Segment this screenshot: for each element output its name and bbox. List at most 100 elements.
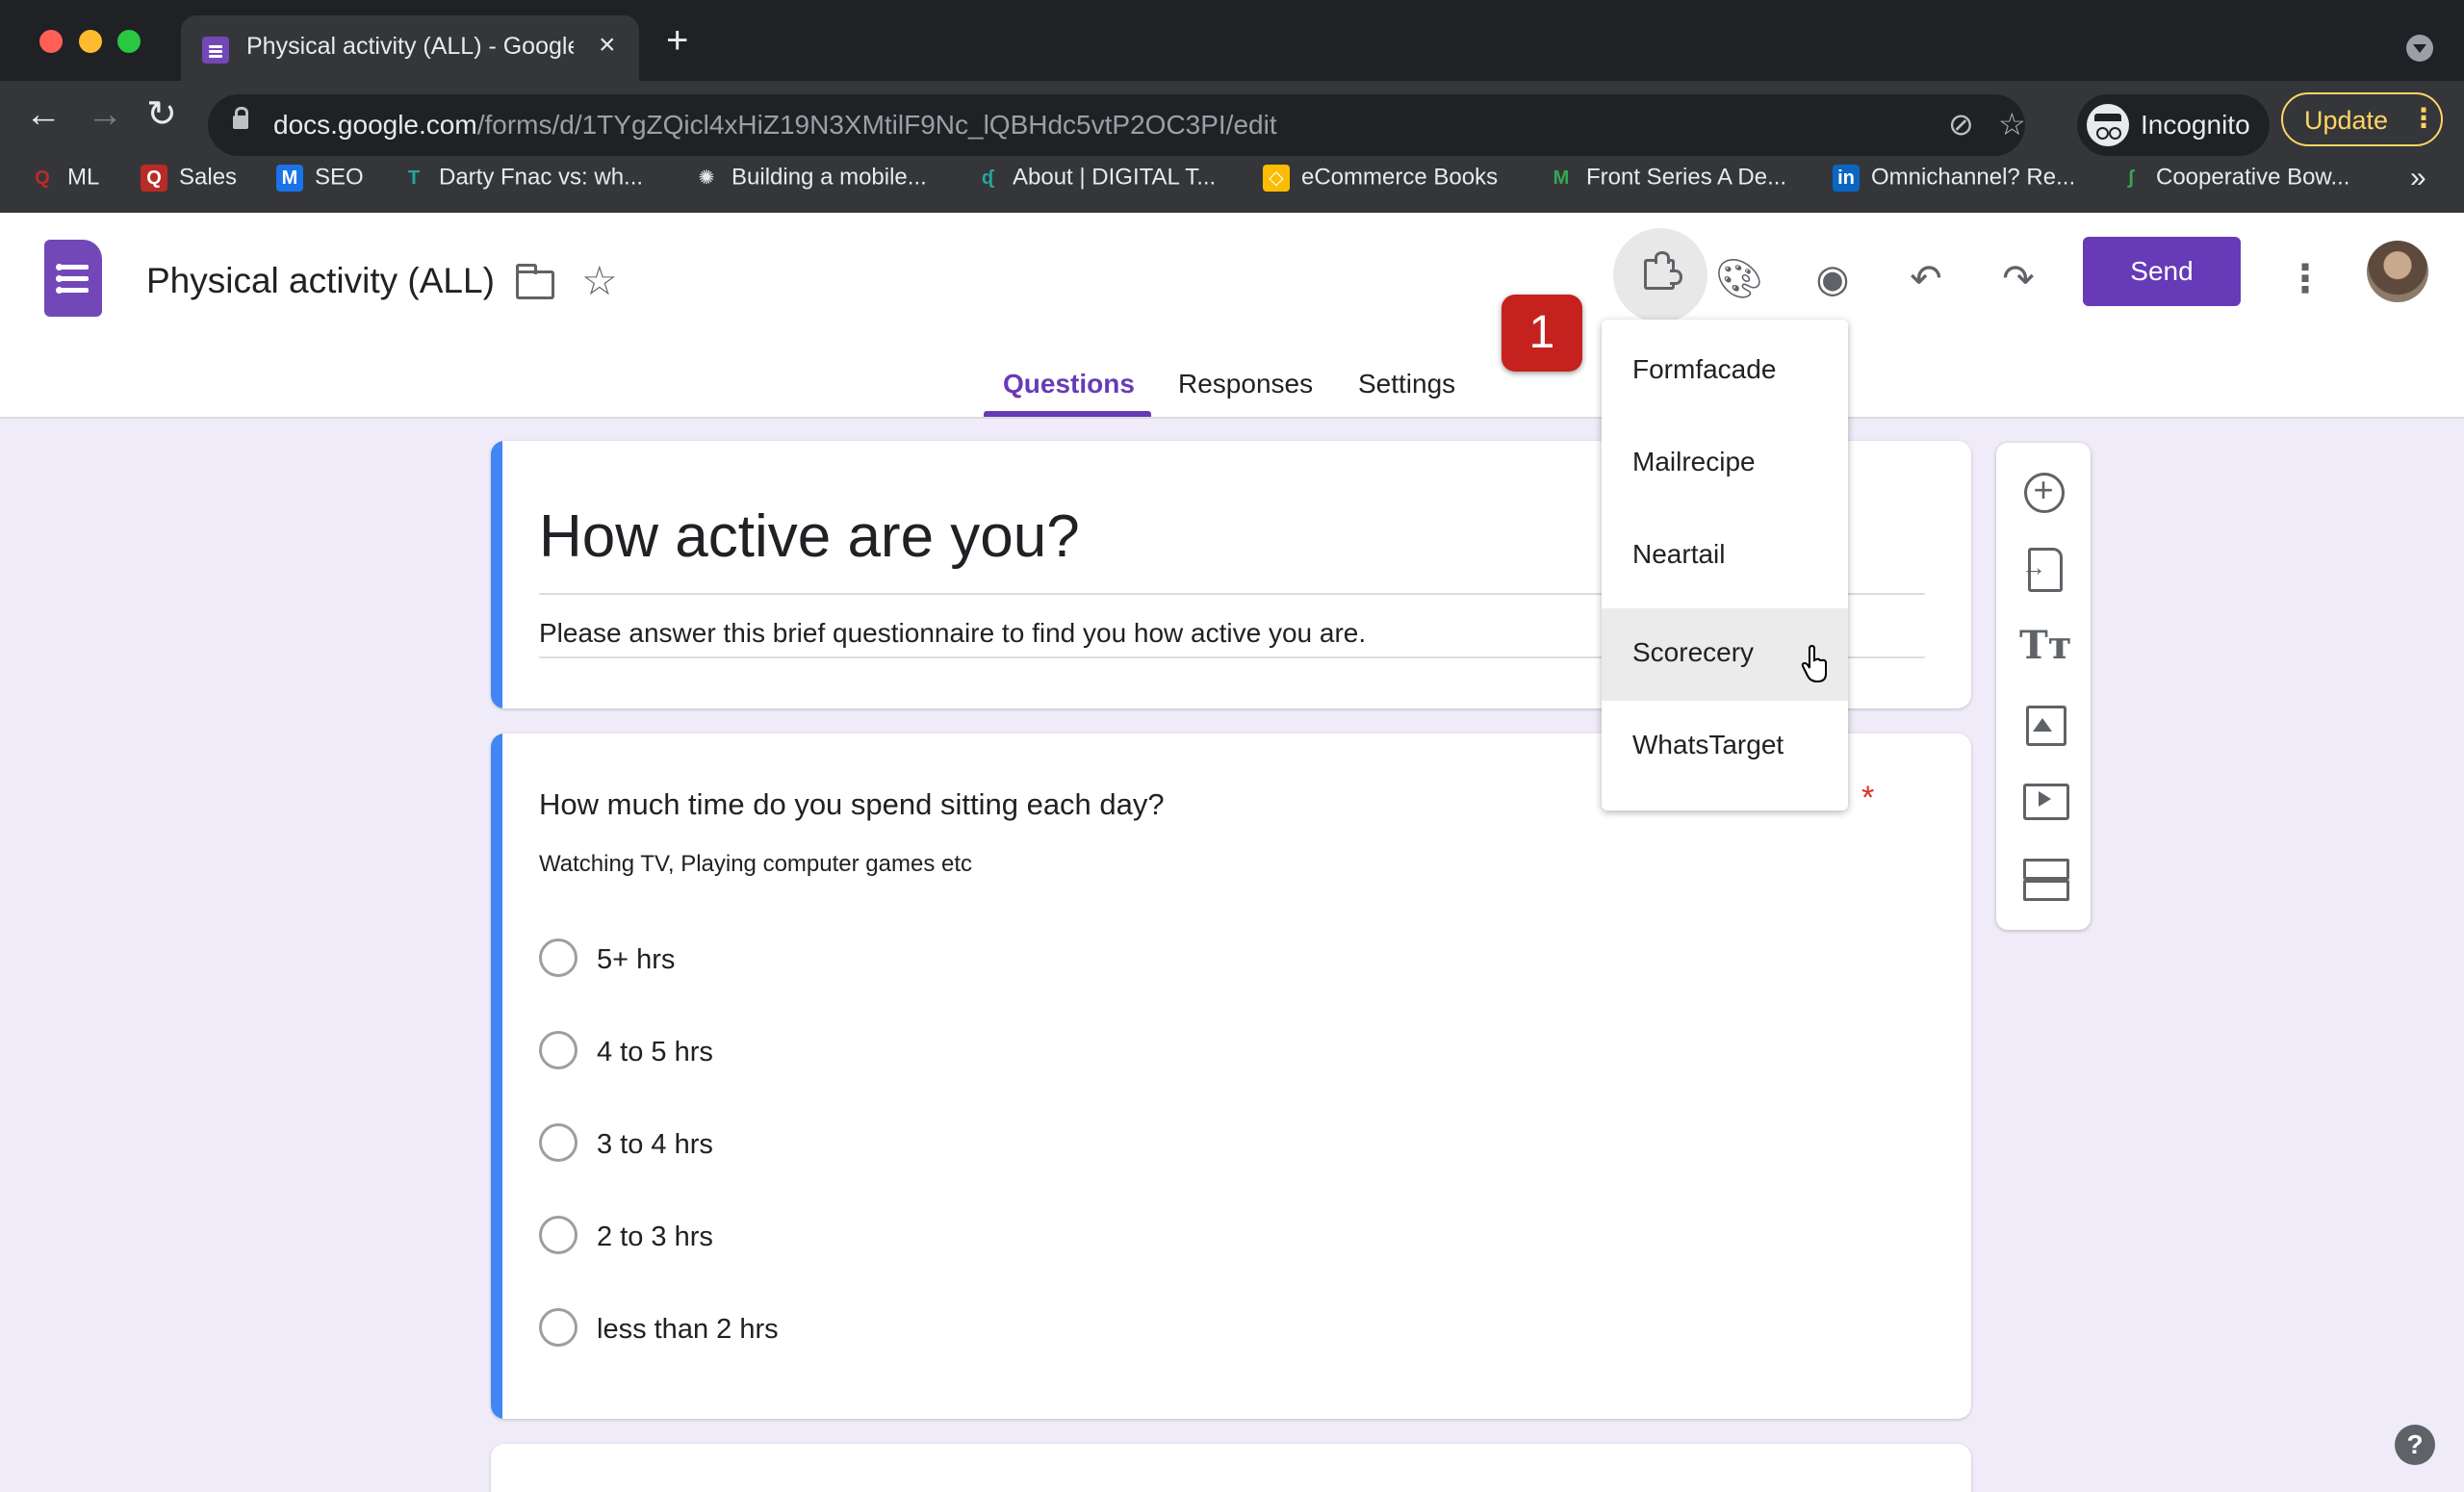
menu-item-label: Formfacade [1632, 354, 1777, 384]
more-bookmarks-icon[interactable]: » [2410, 162, 2426, 194]
avatar[interactable] [2367, 241, 2428, 302]
add-question-icon[interactable] [2019, 468, 2067, 516]
url-text[interactable]: docs.google.com/forms/d/1TYgZQicl4xHiZ19… [273, 110, 1277, 141]
update-button[interactable]: Update ⋮ [2281, 92, 2443, 146]
tab-search-icon[interactable] [2406, 35, 2433, 62]
form-description[interactable]: Please answer this brief questionnaire t… [539, 618, 1366, 649]
option-label: less than 2 hrs [597, 1314, 779, 1345]
add-section-icon[interactable] [2019, 853, 2069, 901]
typography-icon: T [407, 167, 421, 189]
bookmark-label: eCommerce Books [1301, 164, 1499, 191]
digital-icon: ᶑ [981, 167, 994, 189]
import-questions-icon[interactable] [2019, 545, 2067, 593]
add-image-icon[interactable] [2019, 699, 2067, 747]
star-icon[interactable]: ☆ [581, 257, 618, 304]
bookmark-omnichannel[interactable]: in Omnichannel? Re... [1833, 164, 2075, 202]
reload-icon[interactable]: ↻ [146, 96, 177, 133]
radio-button[interactable] [539, 1308, 578, 1347]
radio-button[interactable] [539, 1123, 578, 1162]
bookmark-label: Sales [179, 164, 238, 191]
send-button[interactable]: Send [2083, 237, 2241, 306]
lock-icon[interactable] [233, 107, 248, 129]
forward-arrow-icon[interactable]: → [87, 96, 123, 133]
quora-icon: Q [35, 167, 50, 189]
leaf-icon: ʃ [2127, 167, 2135, 189]
option-label: 5+ hrs [597, 944, 676, 975]
tab-title: Physical activity (ALL) - Google Forms [246, 33, 574, 60]
folder-icon[interactable] [516, 264, 554, 299]
menu-item-label: WhatsTarget [1632, 730, 1784, 759]
incognito-label: Incognito [2141, 110, 2250, 140]
more-options-icon[interactable]: ⋮ [2272, 245, 2339, 313]
radio-button[interactable] [539, 939, 578, 977]
bookmark-seo[interactable]: M SEO [276, 164, 364, 202]
browser-tab[interactable]: Physical activity (ALL) - Google Forms × [181, 15, 639, 81]
menu-item-label: Neartail [1632, 539, 1726, 569]
browser-toolbar: ← → ↻ docs.google.com/forms/d/1TYgZQicl4… [0, 81, 2464, 233]
question-card[interactable]: How much time do you spend sitting each … [491, 733, 1971, 1419]
forms-header: Physical activity (ALL) ☆ 🎨︎ ◉ ↶ ↷ Send … [0, 213, 2464, 419]
tab-questions[interactable]: Questions [1003, 369, 1135, 399]
palette-icon[interactable]: 🎨︎ [1706, 245, 1773, 313]
active-tab-indicator [984, 411, 1151, 417]
addons-menu: Formfacade Mailrecipe Neartail Scorecery… [1602, 320, 1848, 810]
menu-item-label: Mailrecipe [1632, 447, 1756, 476]
bookmark-sales[interactable]: Q Sales [141, 164, 237, 202]
question-toolbar: Tт [1996, 443, 2091, 930]
update-label: Update [2304, 106, 2389, 135]
google-forms-logo-icon[interactable] [44, 240, 102, 317]
bookmark-digital[interactable]: ᶑ About | DIGITAL T... [974, 164, 1216, 202]
tab-responses[interactable]: Responses [1178, 369, 1313, 399]
address-bar[interactable]: docs.google.com/forms/d/1TYgZQicl4xHiZ19… [208, 94, 2026, 156]
undo-icon[interactable]: ↶ [1892, 245, 1960, 313]
tab-settings[interactable]: Settings [1358, 369, 1455, 399]
bookmark-ecommerce-books[interactable]: ◇ eCommerce Books [1263, 164, 1498, 202]
bookmark-front-series[interactable]: M Front Series A De... [1548, 164, 1786, 202]
add-title-icon[interactable]: Tт [2019, 622, 2072, 670]
close-window-button[interactable] [39, 30, 63, 53]
menu-item-formfacade[interactable]: Formfacade [1602, 325, 1848, 418]
next-question-card[interactable] [491, 1444, 1971, 1492]
quora-icon: Q [141, 164, 167, 192]
form-heading[interactable]: How active are you? [539, 502, 1080, 571]
bookmark-darty-fnac[interactable]: T Darty Fnac vs: wh... [400, 164, 643, 202]
back-arrow-icon[interactable]: ← [25, 96, 62, 133]
form-title[interactable]: Physical activity (ALL) [146, 261, 495, 301]
email-icon: M [276, 164, 303, 192]
incognito-profile-button[interactable]: Incognito [2077, 94, 2270, 156]
tab-close-icon[interactable]: × [599, 29, 616, 62]
bookmark-ml[interactable]: Q ML [29, 164, 99, 202]
bookmark-label: Building a mobile... [732, 164, 927, 191]
medium-icon: M [1553, 167, 1570, 189]
bookmark-cooperative[interactable]: ʃ Cooperative Bow... [2118, 164, 2350, 202]
preview-eye-icon[interactable]: ◉ [1799, 245, 1866, 313]
question-description[interactable]: Watching TV, Playing computer games etc [539, 851, 972, 878]
radio-button[interactable] [539, 1031, 578, 1069]
minimize-window-button[interactable] [79, 30, 102, 53]
tracking-blocked-eye-icon[interactable]: ⊘ [1948, 106, 1974, 142]
help-icon[interactable]: ? [2395, 1425, 2435, 1465]
question-title[interactable]: How much time do you spend sitting each … [539, 787, 1165, 822]
maximize-window-button[interactable] [117, 30, 141, 53]
bookmark-label: Omnichannel? Re... [1871, 164, 2076, 191]
puzzle-icon [1644, 251, 1682, 290]
bookmark-label: ML [67, 164, 100, 191]
add-video-icon[interactable] [2019, 776, 2069, 824]
addons-button[interactable] [1613, 228, 1707, 322]
bookmark-label: Front Series A De... [1586, 164, 1787, 191]
bookmark-building-mobile[interactable]: ✺ Building a mobile... [693, 164, 927, 202]
bookmark-star-icon[interactable]: ☆ [1998, 106, 2026, 142]
browser-tabstrip: Physical activity (ALL) - Google Forms ×… [0, 0, 2464, 81]
option-label: 3 to 4 hrs [597, 1129, 713, 1160]
menu-item-mailrecipe[interactable]: Mailrecipe [1602, 418, 1848, 510]
new-tab-button[interactable]: + [666, 21, 688, 60]
menu-item-whatstarget[interactable]: WhatsTarget [1602, 701, 1848, 793]
step-badge: 1 [1502, 295, 1582, 372]
menu-item-neartail[interactable]: Neartail [1602, 510, 1848, 603]
redo-icon[interactable]: ↷ [1985, 245, 2052, 313]
bookmark-label: Darty Fnac vs: wh... [439, 164, 644, 191]
bookmark-label: About | DIGITAL T... [1013, 164, 1217, 191]
url-path: /forms/d/1TYgZQicl4xHiZ19N3XMtilF9Nc_lQB… [476, 110, 1277, 140]
google-forms-favicon-icon [202, 37, 229, 64]
radio-button[interactable] [539, 1216, 578, 1254]
